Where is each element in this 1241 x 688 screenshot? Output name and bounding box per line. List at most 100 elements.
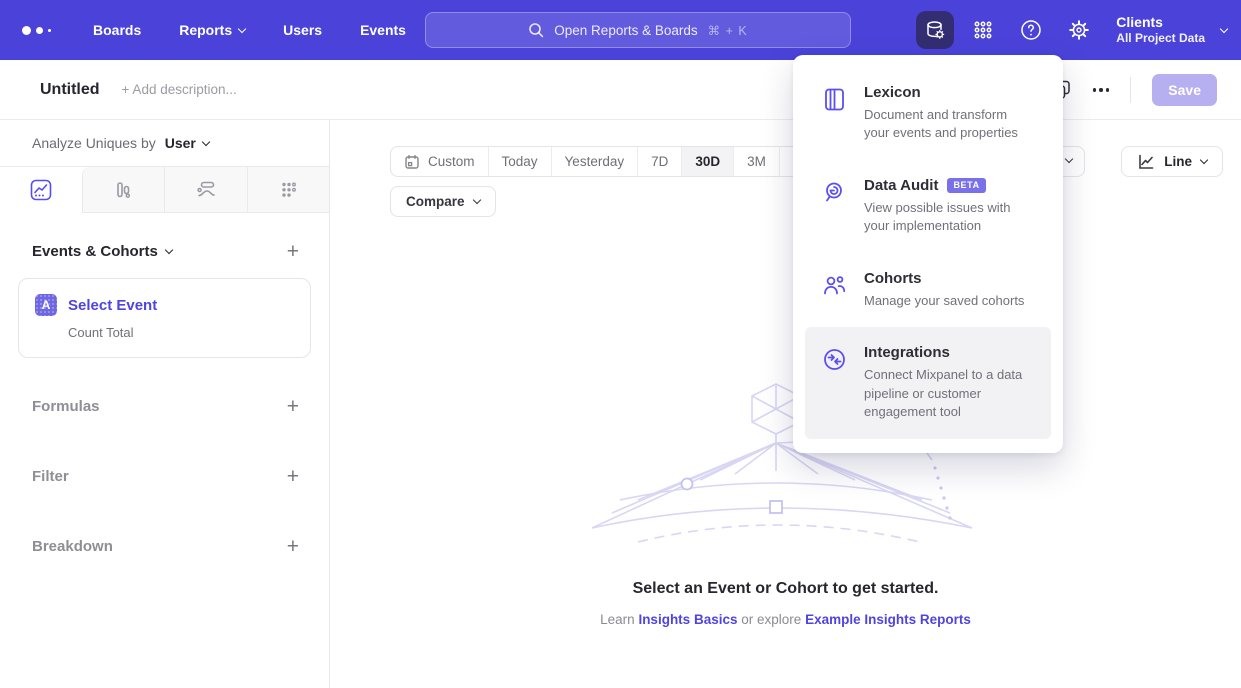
analyze-label: Analyze Uniques by xyxy=(32,135,156,151)
metric-dots-icon xyxy=(277,179,299,201)
filter-label: Filter xyxy=(32,468,69,485)
search-shortcut: ⌘ + K xyxy=(708,23,748,38)
audit-magnifier-icon xyxy=(821,177,848,236)
menu-item-lexicon[interactable]: Lexicon Document and transform your even… xyxy=(805,67,1051,160)
date-range-7d[interactable]: 7D xyxy=(637,147,681,176)
chevron-down-icon xyxy=(165,246,173,254)
add-formula-button[interactable]: + xyxy=(287,396,299,417)
nav-item-users[interactable]: Users xyxy=(283,22,322,38)
settings-button[interactable] xyxy=(1060,11,1098,49)
menu-item-cohorts[interactable]: Cohorts Manage your saved cohorts xyxy=(805,253,1051,327)
empty-state-subtitle: Learn Insights Basics or explore Example… xyxy=(330,612,1241,627)
date-range-today[interactable]: Today xyxy=(488,147,551,176)
menu-item-title: Cohorts xyxy=(864,270,922,287)
report-title[interactable]: Untitled xyxy=(40,81,100,99)
date-range-3m[interactable]: 3M xyxy=(733,147,779,176)
date-range-30d[interactable]: 30D xyxy=(681,147,733,176)
add-description-field[interactable]: + Add description... xyxy=(122,82,237,97)
analyze-entity-value: User xyxy=(165,135,196,151)
search-icon xyxy=(528,22,544,38)
tab-metric[interactable] xyxy=(247,167,330,213)
chevron-down-icon xyxy=(202,137,210,145)
help-circle-icon xyxy=(1019,18,1043,42)
events-cohorts-header[interactable]: Events & Cohorts xyxy=(32,243,172,260)
nav-item-label: Users xyxy=(283,22,322,38)
select-event-button[interactable]: Select Event xyxy=(68,297,157,314)
grid-dots-icon xyxy=(971,18,995,42)
empty-state-middle: or explore xyxy=(741,612,801,627)
menu-item-title: Lexicon xyxy=(864,84,921,101)
menu-item-title: Integrations xyxy=(864,344,950,361)
people-icon xyxy=(821,270,848,310)
gear-icon xyxy=(1067,18,1091,42)
menu-item-data-audit[interactable]: Data Audit BETA View possible issues wit… xyxy=(805,160,1051,253)
chevron-down-icon xyxy=(472,196,480,204)
breakdown-label: Breakdown xyxy=(32,538,113,555)
save-button[interactable]: Save xyxy=(1152,74,1217,106)
search-placeholder: Open Reports & Boards xyxy=(554,23,697,38)
date-range-custom[interactable]: Custom xyxy=(391,147,488,176)
tab-flow-chart[interactable] xyxy=(164,167,247,213)
tab-bar-chart[interactable] xyxy=(82,167,165,213)
add-event-button[interactable]: + xyxy=(287,241,299,262)
bar-chart-icon xyxy=(112,179,134,201)
header-actions: Save xyxy=(1050,60,1217,120)
nav-item-reports[interactable]: Reports xyxy=(179,22,245,38)
chevron-down-icon xyxy=(1200,156,1208,164)
project-switcher[interactable]: Clients All Project Data xyxy=(1116,13,1205,47)
menu-item-title: Data Audit xyxy=(864,177,938,194)
project-scope: All Project Data xyxy=(1116,31,1205,47)
compare-label: Compare xyxy=(406,194,465,209)
beta-badge: BETA xyxy=(947,178,985,193)
more-options-icon[interactable] xyxy=(1093,88,1110,92)
date-range-label: 3M xyxy=(747,154,766,169)
analyze-entity-dropdown[interactable]: User xyxy=(165,135,209,151)
date-range-label: 7D xyxy=(651,154,668,169)
calendar-icon xyxy=(404,154,420,170)
nav-item-boards[interactable]: Boards xyxy=(93,22,141,38)
help-button[interactable] xyxy=(1012,11,1050,49)
analyze-row: Analyze Uniques by User xyxy=(0,120,329,166)
formulas-row: Formulas + xyxy=(0,394,329,418)
project-name: Clients xyxy=(1116,13,1205,31)
empty-state-title: Select an Event or Cohort to get started… xyxy=(330,580,1241,598)
tab-line-chart[interactable] xyxy=(0,167,82,213)
apps-grid-button[interactable] xyxy=(964,11,1002,49)
chart-type-dropdown[interactable]: Line xyxy=(1121,146,1223,177)
mixpanel-logo-icon[interactable] xyxy=(0,26,75,35)
add-filter-button[interactable]: + xyxy=(287,466,299,487)
flow-icon xyxy=(195,179,217,201)
sync-arrows-icon xyxy=(821,344,848,421)
data-management-menu: Lexicon Document and transform your even… xyxy=(793,55,1063,453)
navbar-right-cluster: Clients All Project Data xyxy=(916,0,1227,60)
menu-item-integrations[interactable]: Integrations Connect Mixpanel to a data … xyxy=(805,327,1051,438)
search-input[interactable]: Open Reports & Boards ⌘ + K xyxy=(425,12,851,48)
chevron-down-icon xyxy=(238,24,246,32)
report-canvas: Custom Today Yesterday 7D 30D 3M 6M Comp… xyxy=(330,120,1241,688)
query-builder-sidebar: Analyze Uniques by User xyxy=(0,120,330,688)
nav-item-label: Boards xyxy=(93,22,141,38)
chart-type-tabs xyxy=(0,166,329,213)
event-card[interactable]: A Select Event Count Total xyxy=(18,278,311,358)
primary-nav: Boards Reports Users Events xyxy=(93,22,406,38)
insights-basics-link[interactable]: Insights Basics xyxy=(638,612,737,627)
example-reports-link[interactable]: Example Insights Reports xyxy=(805,612,971,627)
nav-item-label: Reports xyxy=(179,22,232,38)
menu-item-description: View possible issues with your implement… xyxy=(864,199,1035,236)
date-range-label: 30D xyxy=(695,154,720,169)
database-gear-icon xyxy=(923,18,947,42)
book-icon xyxy=(821,84,848,143)
formulas-label: Formulas xyxy=(32,398,100,415)
date-range-yesterday[interactable]: Yesterday xyxy=(551,147,638,176)
divider xyxy=(1130,77,1131,103)
event-badge: A xyxy=(35,294,57,316)
compare-dropdown[interactable]: Compare xyxy=(390,186,496,217)
nav-item-events[interactable]: Events xyxy=(360,22,406,38)
menu-item-description: Manage your saved cohorts xyxy=(864,292,1024,310)
empty-state-prefix: Learn xyxy=(600,612,635,627)
menu-item-description: Connect Mixpanel to a data pipeline or c… xyxy=(864,366,1035,421)
add-breakdown-button[interactable]: + xyxy=(287,536,299,557)
filter-row: Filter + xyxy=(0,464,329,488)
data-management-button[interactable] xyxy=(916,11,954,49)
event-aggregation[interactable]: Count Total xyxy=(68,325,294,340)
